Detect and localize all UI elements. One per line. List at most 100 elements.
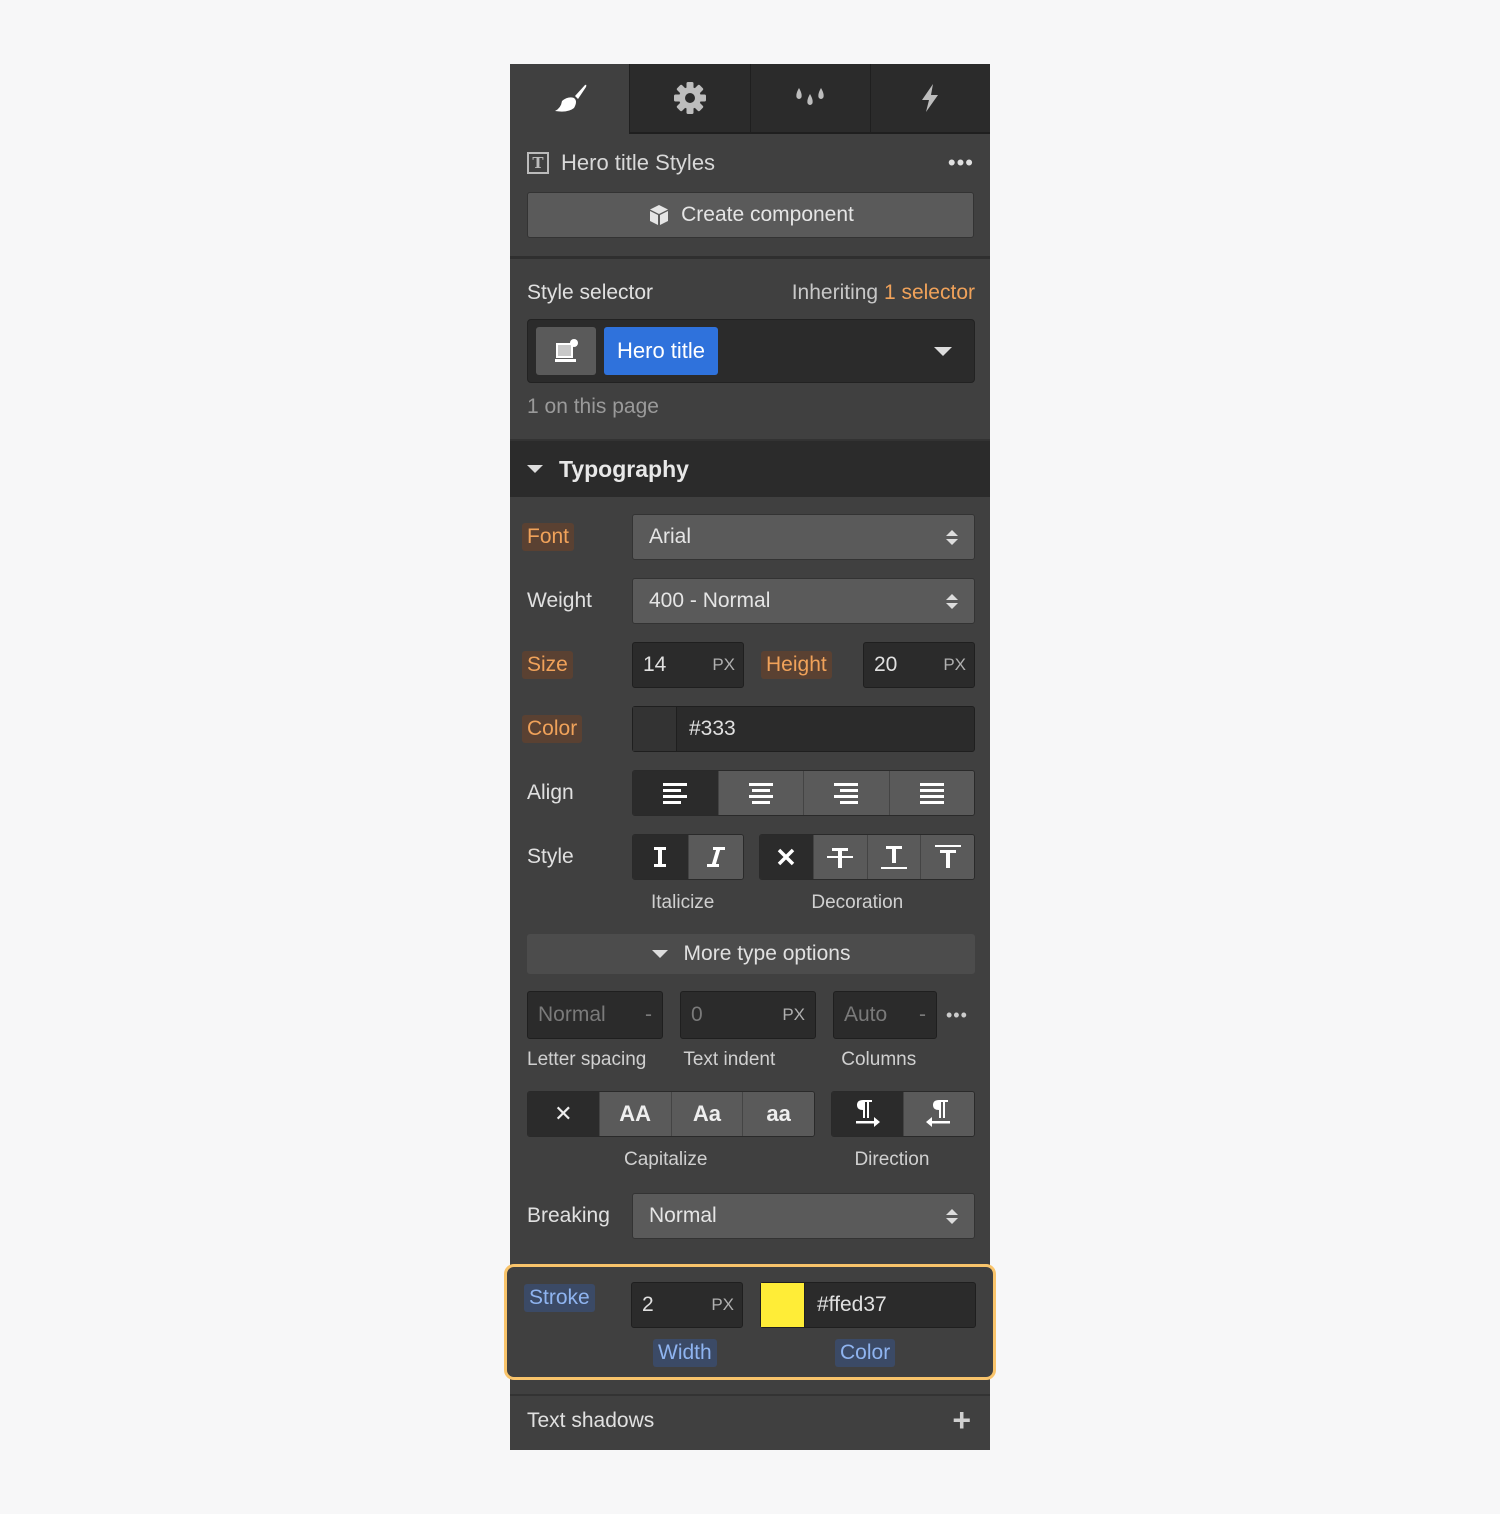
breaking-select[interactable]: Normal — [632, 1193, 975, 1239]
style-regular-button[interactable] — [633, 835, 688, 879]
style-sublabels: Italicize Decoration — [510, 880, 990, 914]
ltr-direction-icon — [856, 1100, 881, 1127]
columns-input[interactable]: Auto - — [833, 991, 937, 1039]
decoration-label: Decoration — [811, 892, 904, 913]
stroke-color-input[interactable]: #ffed37 — [760, 1282, 976, 1328]
text-indent-input[interactable]: 0 PX — [680, 991, 816, 1039]
text-indent-value: 0 — [691, 1003, 703, 1026]
weight-value: 400 - Normal — [649, 589, 771, 612]
create-component-button[interactable]: Create component — [527, 192, 974, 238]
height-unit[interactable]: PX — [943, 655, 966, 675]
style-label: Style — [527, 845, 574, 868]
underline-icon — [880, 846, 907, 869]
capitalize-button-group: ✕ AA Aa aa — [527, 1091, 815, 1137]
letter-spacing-input[interactable]: Normal - — [527, 991, 663, 1039]
panel-tabs — [510, 64, 990, 134]
stroke-width-unit[interactable]: PX — [711, 1295, 734, 1315]
text-element-icon: T — [527, 152, 549, 174]
tab-style[interactable] — [510, 64, 630, 134]
stroke-label: Stroke — [524, 1284, 595, 1312]
decoration-strikethrough-button[interactable] — [812, 835, 867, 879]
spacing-row: Normal - 0 PX Auto - ••• — [510, 991, 990, 1039]
direction-label: Direction — [854, 1149, 930, 1170]
text-shadows-row: Text shadows + — [510, 1394, 990, 1439]
capitalize-uppercase-button[interactable]: AA — [598, 1092, 671, 1136]
align-center-icon — [748, 783, 773, 804]
columns-label: Columns — [841, 1049, 917, 1070]
capitalize-sublabels: Capitalize Direction — [510, 1137, 990, 1171]
text-indent-unit[interactable]: PX — [782, 1005, 805, 1025]
stroke-color-swatch[interactable] — [761, 1283, 805, 1327]
decoration-underline-button[interactable] — [866, 835, 921, 879]
align-row: Align — [510, 770, 990, 816]
inheriting-link[interactable]: 1 selector — [884, 281, 975, 304]
tab-colors[interactable] — [749, 64, 870, 134]
tab-settings[interactable] — [629, 64, 750, 134]
typography-section-toggle[interactable]: Typography — [510, 439, 990, 497]
uppercase-icon: AA — [619, 1101, 652, 1126]
breaking-value: Normal — [649, 1204, 717, 1227]
direction-button-group — [831, 1091, 975, 1137]
updown-icon — [946, 1208, 958, 1224]
stroke-color-label: Color — [835, 1339, 896, 1367]
style-italic-button[interactable] — [687, 835, 743, 879]
expand-triangle-icon — [651, 950, 668, 958]
color-row: Color #333 — [510, 706, 990, 752]
style-selector-section: Style selector Inheriting 1 selector Her… — [510, 259, 990, 419]
capitalize-label: Capitalize — [624, 1149, 708, 1170]
rtl-direction-icon — [925, 1100, 950, 1127]
align-left-icon — [663, 783, 688, 804]
line-height-input[interactable]: 20 PX — [863, 642, 975, 688]
text-shadows-label: Text shadows — [527, 1408, 655, 1432]
font-select[interactable]: Arial — [632, 514, 975, 560]
decoration-none-button[interactable] — [760, 835, 813, 879]
letter-spacing-unit[interactable]: - — [645, 1003, 652, 1027]
weight-row: Weight 400 - Normal — [510, 578, 990, 624]
columns-more-icon[interactable]: ••• — [946, 1005, 968, 1026]
typography-title: Typography — [559, 455, 689, 482]
color-input[interactable]: #333 — [632, 706, 975, 752]
columns-value: Auto — [844, 1003, 888, 1026]
capitalize-direction-row: ✕ AA Aa aa — [510, 1091, 990, 1137]
height-label: Height — [761, 651, 832, 679]
columns-unit[interactable]: - — [919, 1003, 926, 1027]
font-row: Font Arial — [510, 514, 990, 560]
height-value: 20 — [874, 653, 898, 676]
more-options-icon[interactable]: ••• — [948, 150, 974, 176]
color-swatch[interactable] — [633, 707, 677, 751]
direction-ltr-button[interactable] — [832, 1092, 903, 1136]
italic-text-icon — [706, 847, 725, 867]
lightning-icon — [922, 84, 939, 112]
lowercase-icon: aa — [766, 1101, 791, 1126]
add-text-shadow-icon[interactable]: + — [952, 1402, 971, 1439]
capitalize-lowercase-button[interactable]: aa — [742, 1092, 814, 1136]
size-input[interactable]: 14 PX — [632, 642, 744, 688]
close-icon: ✕ — [554, 1101, 573, 1126]
tab-interactions[interactable] — [869, 64, 990, 134]
selector-field[interactable]: Hero title — [527, 319, 975, 383]
stroke-section: Stroke 2 PX #ffed37 Width Color — [504, 1264, 996, 1380]
align-left-button[interactable] — [633, 771, 718, 815]
size-unit[interactable]: PX — [712, 655, 735, 675]
align-justify-button[interactable] — [888, 771, 974, 815]
letter-spacing-value: Normal — [538, 1003, 606, 1026]
align-label: Align — [527, 781, 574, 804]
align-right-button[interactable] — [803, 771, 889, 815]
on-page-count: 1 on this page — [527, 395, 659, 418]
capitalize-none-button[interactable]: ✕ — [528, 1092, 599, 1136]
align-button-group — [632, 770, 975, 816]
more-type-options-toggle[interactable]: More type options — [527, 934, 975, 974]
capitalize-titlecase-button[interactable]: Aa — [670, 1092, 743, 1136]
weight-select[interactable]: 400 - Normal — [632, 578, 975, 624]
stroke-width-label: Width — [653, 1339, 717, 1367]
stroke-width-input[interactable]: 2 PX — [631, 1282, 743, 1328]
selector-dropdown-icon[interactable] — [934, 346, 952, 356]
selector-state-button[interactable] — [536, 327, 596, 375]
size-value: 14 — [643, 653, 667, 676]
direction-rtl-button[interactable] — [902, 1092, 974, 1136]
more-type-options-label: More type options — [683, 942, 851, 965]
selector-chip[interactable]: Hero title — [604, 327, 719, 375]
decoration-overline-button[interactable] — [920, 835, 974, 879]
align-center-button[interactable] — [717, 771, 803, 815]
create-component-label: Create component — [681, 203, 854, 226]
